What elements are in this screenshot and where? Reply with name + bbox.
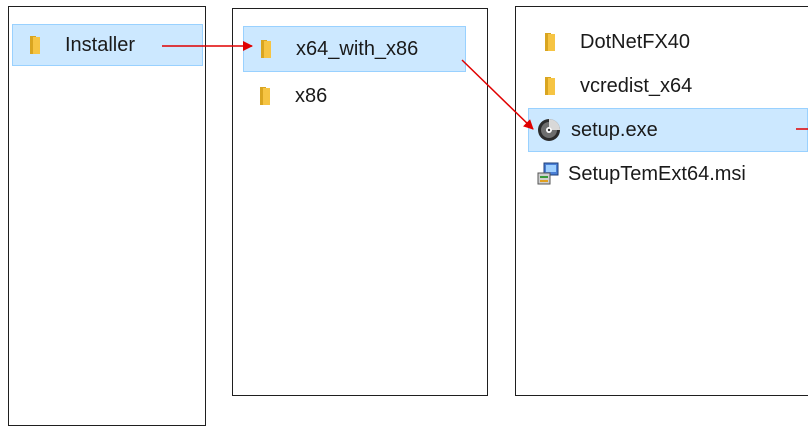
list-item-vcredist-x64[interactable]: vcredist_x64 [528,66,808,106]
list-item-setup-exe[interactable]: setup.exe [528,108,808,152]
item-label: setup.exe [571,118,658,141]
item-label: DotNetFX40 [580,30,691,53]
folder-pane-installer-level [8,6,206,426]
list-item-setuptemext64-msi[interactable]: SetupTemExt64.msi [528,154,808,194]
item-label: x64_with_x86 [296,37,419,60]
list-item-dotnetfx40[interactable]: DotNetFX40 [528,22,808,62]
item-label: x86 [295,84,328,107]
folder-icon [256,37,280,61]
item-label: Installer [65,33,136,56]
list-item-installer[interactable]: Installer [12,24,203,66]
setup-disc-icon [537,118,561,142]
list-item-x64-with-x86[interactable]: x64_with_x86 [243,26,466,72]
folder-icon [540,30,564,54]
folder-icon [25,33,49,57]
item-label: SetupTemExt64.msi [568,162,746,185]
folder-icon [255,84,279,108]
msi-installer-icon [536,162,560,186]
list-item-x86[interactable]: x86 [243,76,466,116]
folder-icon [540,74,564,98]
folder-pane-x64-with-x86-contents [515,6,808,396]
item-label: vcredist_x64 [580,74,693,97]
